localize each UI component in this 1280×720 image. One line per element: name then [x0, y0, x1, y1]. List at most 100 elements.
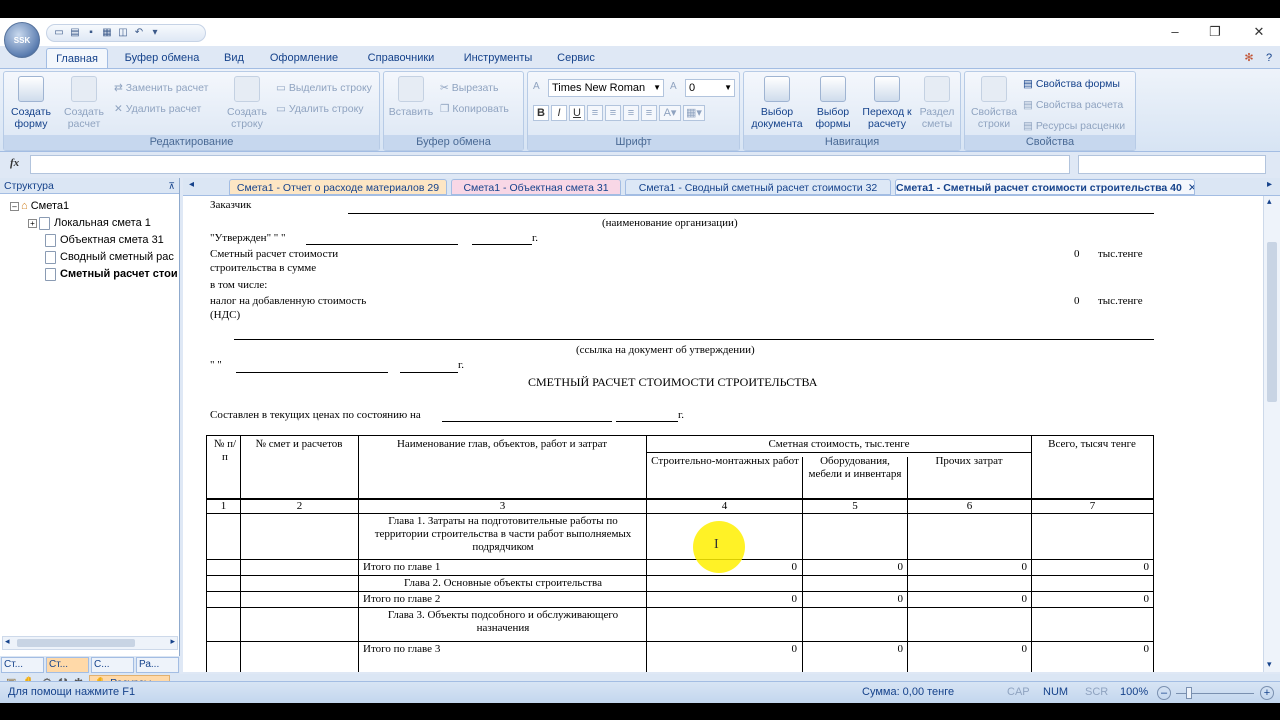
formula-aux-input[interactable] [1078, 155, 1266, 174]
tree-item-object[interactable]: Объектная смета 31 [45, 232, 178, 248]
expand-icon[interactable]: + [28, 219, 37, 228]
sections-button[interactable]: Раздел сметы [916, 76, 958, 130]
delete-calc-button[interactable]: ✕ Удалить расчет [114, 103, 201, 115]
tree-hscrollbar[interactable]: ◂ ▸ [2, 636, 178, 650]
choose-form-button[interactable]: Выбор формы [808, 76, 858, 130]
cell-value[interactable]: 0 [737, 593, 798, 605]
tree-item-construction[interactable]: Сметный расчет стои [45, 266, 178, 282]
choose-document-button[interactable]: Выбор документа [747, 76, 807, 130]
cell-value[interactable]: 0 [843, 593, 904, 605]
pin-icon[interactable]: ⊼ [168, 178, 175, 194]
cell-value[interactable]: 0 [843, 561, 904, 573]
panel-tab-resources[interactable]: Ра... [136, 657, 179, 673]
create-form-button[interactable]: Создать форму [7, 76, 55, 130]
dropdown-icon[interactable]: ▾ [149, 27, 161, 39]
formula-input[interactable] [30, 155, 1070, 174]
help-icon[interactable]: ? [1262, 48, 1276, 68]
cell-value[interactable]: 0 [843, 643, 904, 655]
save-icon[interactable]: ▪ [85, 27, 97, 39]
copy-button[interactable]: ❐ Копировать [440, 103, 509, 115]
paste-button[interactable]: Вставить [388, 76, 434, 118]
doc-tab-materials[interactable]: Смета1 - Отчет о расходе материалов 29 [229, 179, 447, 195]
create-calc-button[interactable]: Создать расчет [59, 76, 109, 130]
cell-value[interactable]: 0 [967, 561, 1028, 573]
cell-value[interactable]: 0 [1089, 561, 1150, 573]
font-size-select[interactable]: 0 ▼ [685, 79, 735, 97]
panel-tab-estimates[interactable]: Ст... [46, 657, 89, 673]
tree-item-local[interactable]: + Локальная смета 1 [28, 215, 178, 231]
chapter-1-title[interactable]: Глава 1. Затраты на подготовительные раб… [363, 515, 643, 554]
close-tab-icon[interactable]: ✕ [1188, 182, 1194, 194]
align-left-icon[interactable]: ≡ [587, 105, 603, 121]
undo-icon[interactable]: ↶ [133, 27, 145, 39]
minimize-icon[interactable]: – [1166, 23, 1184, 41]
res-props-button[interactable]: ▤ Ресурсы расценки [1023, 120, 1125, 132]
tab-view[interactable]: Вид [216, 48, 252, 68]
chapter-3-title[interactable]: Глава 3. Объекты подсобного и обслуживаю… [363, 609, 643, 635]
create-row-button[interactable]: Создать строку [222, 76, 272, 130]
chapter-2-title[interactable]: Глава 2. Основные объекты строительства [363, 577, 643, 590]
chapter-1-total-label[interactable]: Итого по главе 1 [363, 561, 440, 573]
close-icon[interactable]: ✕ [1250, 23, 1268, 41]
panel-tab-structure[interactable]: Ст... [1, 657, 44, 673]
chapter-3-total-label[interactable]: Итого по главе 3 [363, 643, 440, 655]
gear-icon[interactable]: ✻ [1242, 48, 1256, 68]
tabs-right-icon[interactable]: ▸ [1267, 179, 1272, 190]
bold-button[interactable]: B [533, 105, 549, 121]
cut-label: Вырезать [451, 82, 499, 94]
font-name-select[interactable]: Times New Roman ▼ [548, 79, 664, 97]
align-right-icon[interactable]: ≡ [623, 105, 639, 121]
zoom-slider-thumb[interactable] [1186, 687, 1192, 699]
doc-tab-object[interactable]: Смета1 - Объектная смета 31 [451, 179, 621, 195]
open-icon[interactable]: ▤ [69, 27, 81, 39]
tree-item-summary[interactable]: Сводный сметный рас [45, 249, 178, 265]
new-icon[interactable]: ▭ [53, 27, 65, 39]
italic-button[interactable]: I [551, 105, 567, 121]
scroll-right-icon[interactable]: ▸ [170, 636, 175, 647]
scroll-left-icon[interactable]: ◂ [5, 636, 10, 647]
doc-tab-construction[interactable]: Смета1 - Сметный расчет стоимости строит… [895, 179, 1195, 195]
justify-icon[interactable]: ≡ [641, 105, 657, 121]
tabs-left-icon[interactable]: ◂ [189, 179, 194, 190]
chapter-2-total-label[interactable]: Итого по главе 2 [363, 593, 440, 605]
cell-value[interactable]: 0 [1089, 593, 1150, 605]
collapse-icon[interactable]: – [10, 202, 19, 211]
tab-home[interactable]: Главная [46, 48, 108, 68]
panel-tab-reference[interactable]: С... [91, 657, 134, 673]
delete-row-button[interactable]: ▭ Удалить строку [276, 103, 364, 115]
select-row-button[interactable]: ▭ Выделить строку [276, 82, 372, 94]
doc-tab-summary[interactable]: Смета1 - Сводный сметный расчет стоимост… [625, 179, 891, 195]
preview-icon[interactable]: ◫ [117, 27, 129, 39]
zoom-in-icon[interactable]: + [1260, 686, 1274, 700]
replace-calc-button[interactable]: ⇄ Заменить расчет [114, 82, 208, 94]
tab-clipboard[interactable]: Буфер обмена [118, 48, 206, 68]
tab-service[interactable]: Сервис [552, 48, 600, 68]
cell-value[interactable]: 0 [737, 561, 798, 573]
fill-color-icon[interactable]: ▦▾ [683, 105, 705, 121]
calc-props-button[interactable]: ▤ Свойства расчета [1023, 99, 1123, 111]
tab-format[interactable]: Оформление [264, 48, 344, 68]
text-color-icon[interactable]: A▾ [659, 105, 681, 121]
zoom-out-icon[interactable]: – [1157, 686, 1171, 700]
cell-value[interactable]: 0 [967, 643, 1028, 655]
cell-value[interactable]: 0 [967, 593, 1028, 605]
tab-tools[interactable]: Инструменты [458, 48, 538, 68]
cell-value[interactable]: 0 [737, 643, 798, 655]
app-logo[interactable]: SSK [4, 22, 40, 58]
tree-root[interactable]: – ⌂ Смета1 [10, 198, 69, 214]
print-icon[interactable]: ▦ [101, 27, 113, 39]
scroll-thumb[interactable] [17, 639, 135, 647]
scroll-thumb[interactable] [1267, 242, 1277, 402]
row-props-button[interactable]: Свойства строки [968, 76, 1020, 130]
form-props-button[interactable]: ▤ Свойства формы [1023, 78, 1120, 90]
scroll-down-icon[interactable]: ▾ [1267, 659, 1272, 670]
tab-references[interactable]: Справочники [360, 48, 442, 68]
scroll-up-icon[interactable]: ▴ [1267, 196, 1272, 207]
underline-button[interactable]: U [569, 105, 585, 121]
align-center-icon[interactable]: ≡ [605, 105, 621, 121]
cell-value[interactable]: 0 [1089, 643, 1150, 655]
goto-calc-button[interactable]: Переход к расчету [859, 76, 915, 130]
cut-button[interactable]: ✂ Вырезать [440, 82, 498, 94]
document-vscrollbar[interactable]: ▴ ▾ [1263, 196, 1280, 672]
restore-icon[interactable]: ❐ [1206, 23, 1224, 41]
